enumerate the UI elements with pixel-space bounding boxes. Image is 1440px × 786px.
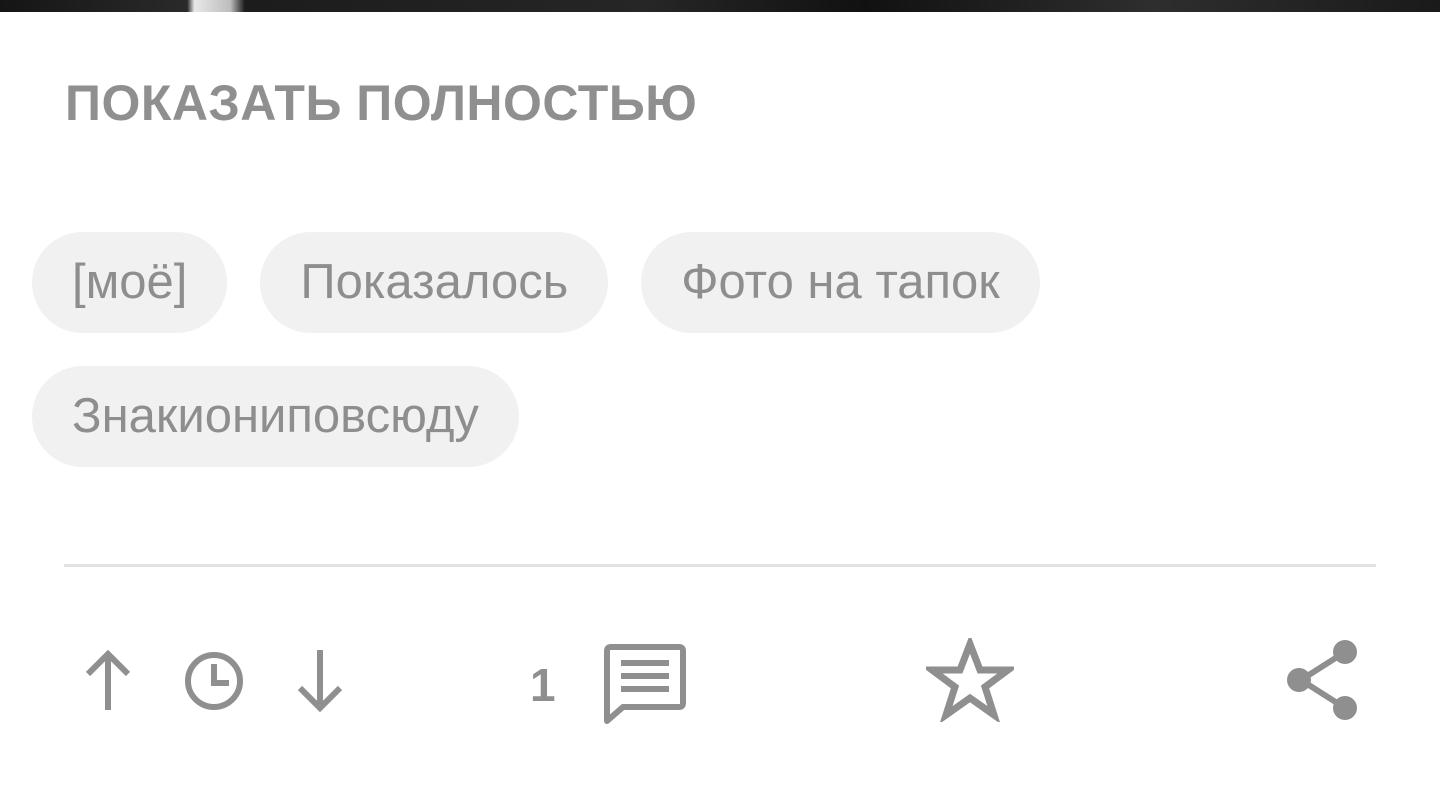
share-icon[interactable] — [1285, 638, 1361, 722]
tag-moe[interactable]: [моё] — [32, 232, 228, 333]
arrow-up-icon[interactable] — [82, 650, 134, 714]
tag-foto-na-tapok[interactable]: Фото на тапок — [641, 232, 1040, 333]
clock-icon[interactable] — [183, 650, 245, 712]
show-full-button[interactable]: ПОКАЗАТЬ ПОЛНОСТЬЮ — [65, 74, 697, 132]
tag-znaki-povsyudu[interactable]: Знакиониповсюду — [32, 366, 519, 467]
tag-row: [моё] Показалось Фото на тапок — [32, 232, 1232, 333]
tag-list: [моё] Показалось Фото на тапок Знакионип… — [32, 232, 1232, 500]
arrow-down-icon[interactable] — [294, 648, 346, 714]
comment-count: 1 — [530, 659, 556, 711]
post-image-bottom-edge — [0, 0, 1440, 12]
tag-pokazalos[interactable]: Показалось — [260, 232, 609, 333]
star-icon[interactable] — [926, 638, 1014, 722]
tag-row: Знакиониповсюду — [32, 366, 1232, 467]
comment-icon[interactable] — [603, 643, 687, 725]
divider — [64, 564, 1376, 567]
